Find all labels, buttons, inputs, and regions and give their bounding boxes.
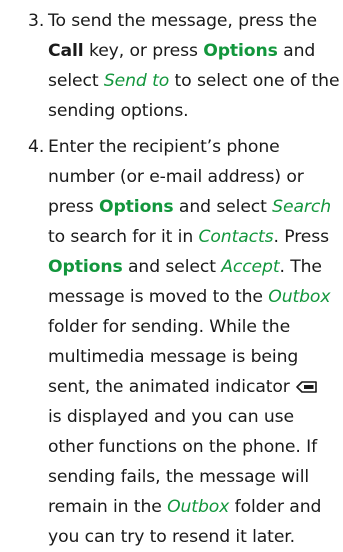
softkey-label: Options [98,197,174,217]
step-number: 3. [28,11,45,31]
key-name: Call [48,41,84,61]
text-line: number (or e-mail address) or [48,162,337,192]
body-text: To send the message, press the [48,11,317,31]
menu-item-name: Accept [221,257,280,277]
step-text: Enter the recipient’s phone number (or e-… [48,132,337,552]
body-text: and select [122,257,222,277]
softkey-label: Options [48,257,123,277]
body-text: and [277,41,316,61]
text-line: select Send to to select one of the [48,66,340,96]
body-text: remain in the [48,497,168,517]
softkey-label: Options [203,41,278,61]
text-line: To send the message, press the [48,6,337,36]
body-text: Enter the recipient’s phone [48,137,280,157]
text-line: Options and select Accept. The [48,252,337,282]
body-text: folder and [229,497,322,517]
body-text: other functions on the phone. If [48,437,318,457]
body-text: is displayed and you can use [48,407,294,427]
body-text: sent, the animated indicator [48,377,290,397]
text-line: remain in the Outbox folder and [48,492,337,522]
body-text: . Press [273,227,330,247]
text-line: Call key, or press Options and [48,36,337,66]
text-line: sent, the animated indicator [48,372,337,402]
body-text: to select one of the [169,71,340,91]
body-text: message is moved to the [48,287,269,307]
menu-item-name: Search [272,197,331,217]
text-line: multimedia message is being [48,342,337,372]
body-text: select [48,71,104,91]
body-text: sending fails, the message will [48,467,310,487]
menu-item-name: Outbox [167,497,230,517]
text-line: other functions on the phone. If [48,432,337,462]
text-line: sending options. [48,96,337,126]
text-line: folder for sending. While the [48,312,337,342]
instruction-document: 3. To send the message, press the Call ke… [0,0,343,547]
text-line: Enter the recipient’s phone [48,132,337,162]
text-line: sending fails, the message will [48,462,337,492]
body-text: press [48,197,99,217]
step-number: 4. [28,137,45,157]
body-text: folder for sending. While the [48,317,291,337]
step-text: To send the message, press the Call key, … [48,6,340,126]
text-line: is displayed and you can use [48,402,337,432]
body-text: to search for it in [48,227,199,247]
menu-item-name: Contacts [198,227,274,247]
text-line: you can try to resend it later. [48,522,337,552]
body-text: sending options. [48,101,189,121]
body-text: you can try to resend it later. [48,527,296,547]
menu-item-name: Send to [103,71,170,91]
body-text: and select [173,197,273,217]
body-text: number (or e-mail address) or [48,167,304,187]
text-line: press Options and select Search [48,192,337,222]
menu-item-name: Outbox [268,287,331,307]
sending-indicator-icon [295,381,317,393]
body-text: multimedia message is being [48,347,299,367]
text-line: message is moved to the Outbox [48,282,337,312]
body-text: . The [279,257,322,277]
body-text: key, or press [83,41,204,61]
text-line: to search for it in Contacts. Press [48,222,337,252]
